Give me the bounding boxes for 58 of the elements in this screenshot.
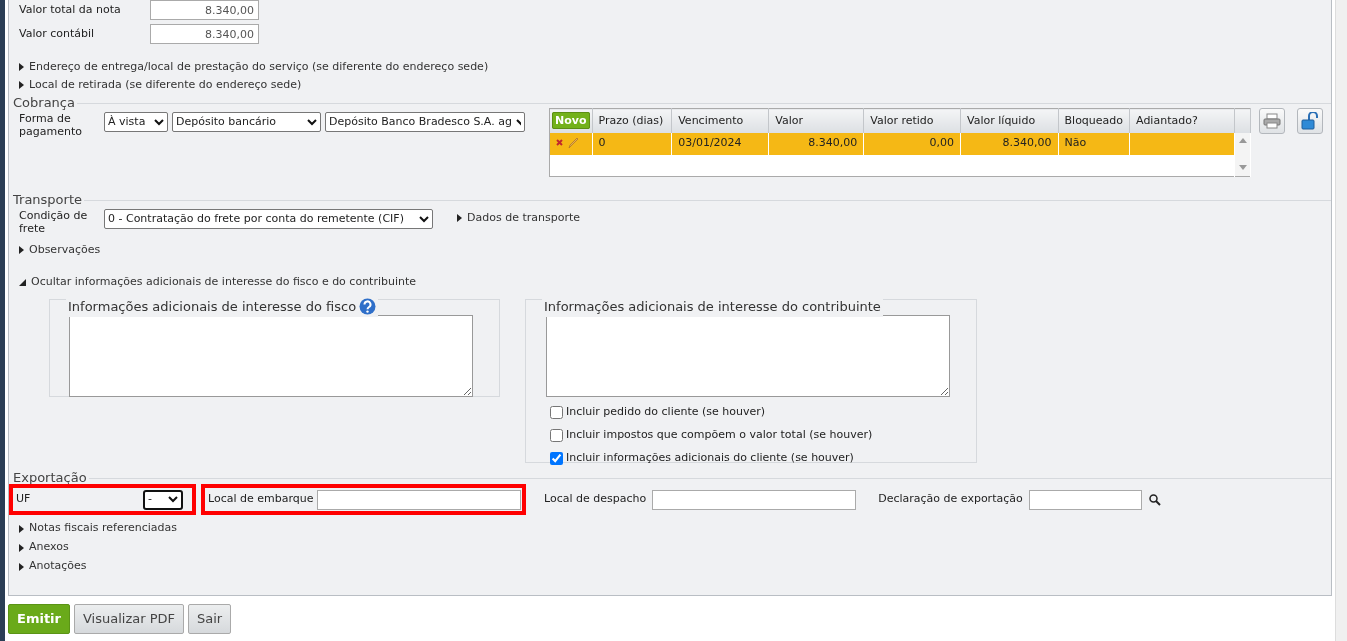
checkbox-label: Incluir pedido do cliente (se houver): [566, 403, 766, 420]
column-header: Prazo (dias): [592, 108, 672, 133]
column-header: Valor: [768, 108, 864, 133]
scroll-down-icon[interactable]: [1238, 165, 1247, 170]
section-title: Cobrança: [13, 94, 75, 113]
dropdown[interactable]: -: [143, 489, 183, 510]
field-label: Local de embarque: [207, 491, 315, 508]
section-title: Transporte: [13, 191, 82, 210]
field-label: Valor total da nota: [19, 1, 122, 18]
scroll-up-icon[interactable]: [1238, 138, 1247, 143]
expander-link[interactable]: Anotações: [29, 558, 87, 575]
box-title: Informações adicionais de interesse do fisco: [68, 298, 357, 316]
column-header: Vencimento: [671, 108, 769, 133]
field-label: Valor contábil: [19, 25, 96, 42]
column-header: Adiantado?: [1129, 108, 1235, 133]
expander-link[interactable]: Notas fiscais referenciadas: [29, 520, 177, 537]
field-label: Declaração de exportação: [877, 491, 1024, 508]
printer-icon: [1263, 113, 1281, 129]
field-label: UF: [15, 491, 32, 508]
expander-link[interactable]: Endereço de entrega/local de prestação do serviço (se diferente do endereço sede): [29, 58, 489, 76]
checkbox-label: Incluir impostos que compõem o valor total (se houver): [566, 426, 873, 443]
column-header: Bloqueado: [1058, 108, 1130, 133]
column-header: Valor retido: [863, 108, 961, 133]
action-button[interactable]: Sair: [188, 604, 232, 634]
pencil-icon[interactable]: [567, 136, 579, 149]
checkbox[interactable]: [550, 428, 563, 442]
padlock-icon: [1301, 112, 1319, 130]
dropdown[interactable]: 0 - Contratação do frete por conta do remetente (CIF): [104, 209, 433, 229]
value-field[interactable]: 8.340,00: [150, 24, 259, 44]
dropdown[interactable]: Depósito bancário: [172, 112, 321, 132]
section-title: Exportação: [13, 469, 87, 488]
expander-link[interactable]: Local de retirada (se diferente do endereço sede): [29, 76, 302, 94]
text-field[interactable]: [1028, 489, 1142, 510]
table-row[interactable]: 0 03/01/2024 8.340,00 0,00 8.340,00 Não: [549, 132, 1251, 155]
checkbox[interactable]: [550, 405, 563, 419]
help-icon[interactable]: [359, 298, 377, 316]
expander-link[interactable]: Anexos: [29, 539, 69, 556]
expander-link[interactable]: Dados de transporte: [467, 209, 580, 227]
text-field[interactable]: [316, 489, 521, 510]
field-label: Condição de frete: [19, 209, 89, 235]
unlock-button[interactable]: [1297, 108, 1323, 134]
value-field[interactable]: 8.340,00: [150, 0, 259, 20]
column-header: Valor líquido: [960, 108, 1059, 133]
scrollbar[interactable]: [1335, 0, 1347, 641]
expander-link[interactable]: Observações: [29, 241, 101, 259]
field-label: Local de despacho: [543, 491, 648, 508]
dropdown[interactable]: À vista: [104, 112, 168, 132]
print-button[interactable]: [1259, 108, 1285, 134]
search-icon[interactable]: [1148, 493, 1161, 506]
box-title: Informações adicionais de interesse do contribuinte: [544, 298, 881, 316]
checkbox[interactable]: [550, 451, 563, 465]
delete-icon[interactable]: [556, 139, 563, 147]
text-field[interactable]: [652, 489, 857, 510]
expander-link[interactable]: Ocultar informações adicionais de interesse do fisco e do contribuinte: [31, 273, 417, 291]
action-button[interactable]: Visualizar PDF: [73, 604, 184, 634]
checkbox-label: Incluir informações adicionais do cliente (se houver): [566, 449, 854, 466]
dropdown[interactable]: Depósito Banco Bradesco S.A. ag: [325, 112, 525, 132]
field-label: Forma de pagamento: [19, 112, 83, 138]
